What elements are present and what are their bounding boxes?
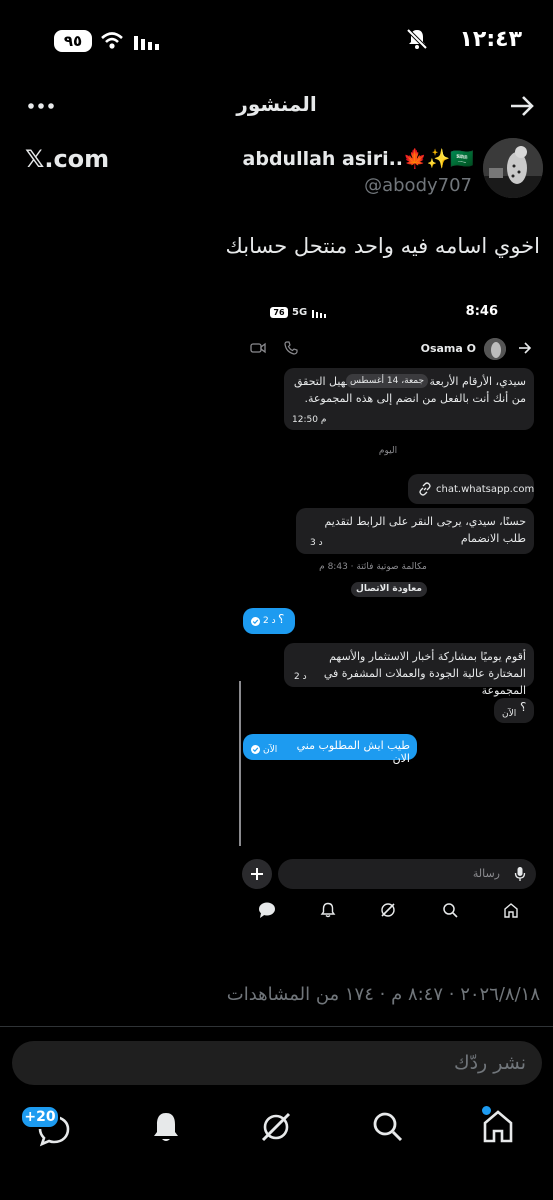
bottom-nav: +20 (0, 1095, 553, 1200)
messages-badge: +20 (20, 1105, 60, 1129)
home-icon[interactable] (503, 902, 519, 918)
image-status-bar: 76 5G 8:46 (238, 304, 540, 324)
link-icon (419, 482, 431, 496)
status-bar: ٩٥ ١٢:٤٣ (0, 0, 553, 80)
missed-call-notice: مكالمة صوتية فائتة · 8:43 م (319, 562, 427, 572)
thread-line (239, 681, 241, 846)
image-signal-icon (312, 310, 326, 318)
divider (0, 1026, 553, 1027)
arrow-right-icon (511, 96, 534, 116)
source-label[interactable]: 𝕏.com (25, 145, 109, 173)
message-text: أقوم يوميًا بمشاركة أخبار الاستثمار والأ… (323, 650, 526, 697)
author-name[interactable]: abdullah asiri..🍁✨🇸🇦 (210, 147, 474, 170)
post-image[interactable]: 76 5G 8:46 Osama O سيدي، الأرقام الأربعة… (238, 296, 540, 936)
avatar[interactable] (483, 138, 543, 198)
nav-grok[interactable] (258, 1109, 294, 1145)
nav-notifications[interactable] (148, 1109, 184, 1145)
plus-icon (251, 868, 263, 880)
contact-avatar[interactable] (484, 338, 506, 360)
video-call-icon[interactable] (250, 342, 266, 354)
message-time: 2 د (294, 672, 307, 682)
bell-icon (154, 1113, 178, 1141)
nav-search[interactable] (370, 1109, 406, 1145)
callback-button[interactable]: معاودة الاتصال (351, 582, 427, 597)
battery-indicator: ٩٥ (54, 30, 92, 52)
reply-placeholder: نشر ردّك (453, 1052, 526, 1074)
messages-icon[interactable] (258, 902, 276, 918)
notifications-icon[interactable] (320, 902, 336, 918)
chat-back-icon[interactable] (518, 342, 532, 354)
message-time: الآن (502, 709, 517, 719)
author-handle[interactable]: @abody707 (300, 175, 472, 196)
page-title: المنشور (236, 92, 317, 116)
read-check-icon (251, 617, 260, 626)
add-attachment-button[interactable] (242, 859, 272, 889)
message-time: 3 د (310, 538, 323, 548)
back-button[interactable] (508, 94, 536, 118)
message-time: 2 د (263, 616, 276, 626)
post-meta: ٢٠٢٦/٨/١٨ · ٨:٤٧ م · ١٧٤ من المشاهدات (226, 984, 540, 1005)
message-text: ؟ (520, 700, 527, 714)
signal-icon (134, 36, 159, 50)
contact-name[interactable]: Osama O (398, 342, 476, 355)
phone-icon[interactable] (284, 341, 298, 355)
wifi-icon (101, 32, 123, 49)
grok-icon (261, 1112, 291, 1142)
date-chip: جمعة، 14 أغسطس (346, 374, 428, 388)
more-options-button[interactable] (27, 96, 57, 116)
mute-bell-icon (406, 28, 428, 50)
grok-icon[interactable] (380, 902, 396, 918)
composer-placeholder: رسالة (472, 867, 500, 880)
message-text: حسنًا، سيدي، يرجى النقر على الرابط لتقدي… (324, 515, 526, 545)
message-text: طيب ايش المطلوب مني الان (296, 739, 410, 765)
contact-avatar-image (484, 338, 506, 360)
avatar-image (483, 138, 543, 198)
link-text[interactable]: chat.whatsapp.com (436, 484, 534, 495)
day-separator: اليوم (378, 446, 398, 456)
image-network: 5G (292, 307, 308, 318)
message-time: الآن (263, 745, 278, 755)
search-icon[interactable] (442, 902, 458, 918)
incoming-message: حسنًا، سيدي، يرجى النقر على الرابط لتقدي… (296, 508, 534, 554)
search-icon (373, 1112, 403, 1142)
message-time: 12:50 م (292, 415, 327, 425)
home-unread-dot (482, 1106, 491, 1115)
image-battery: 76 (270, 307, 288, 318)
incoming-message: أقوم يوميًا بمشاركة أخبار الاستثمار والأ… (284, 643, 534, 697)
read-check-icon (251, 745, 260, 754)
message-text: ؟ (278, 612, 285, 626)
more-icon (28, 103, 54, 109)
post-text: اخوي اسامه فيه واحد منتحل حسابك (225, 234, 540, 258)
microphone-icon[interactable] (514, 866, 526, 882)
image-status-time: 8:46 (465, 304, 498, 319)
status-time: ١٢:٤٣ (459, 27, 522, 52)
